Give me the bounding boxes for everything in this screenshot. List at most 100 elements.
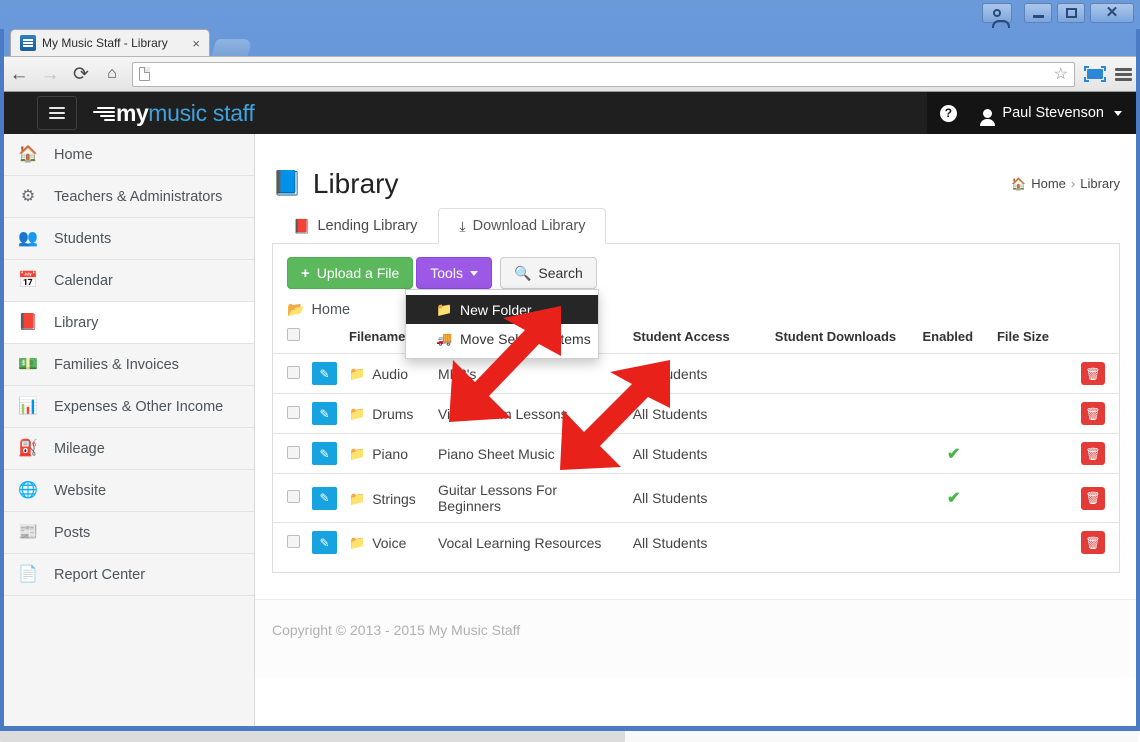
student-access-column-header[interactable]: Student Access — [627, 324, 769, 354]
window-maximize-button[interactable] — [1057, 3, 1085, 23]
user-account-icon — [992, 9, 1010, 28]
edit-row-button[interactable]: ✎ — [312, 531, 337, 554]
library-panel-wrapper: 📕 Lending Library ⤓ Download Library + U… — [255, 208, 1140, 573]
edit-column-header — [306, 324, 343, 354]
sidebar-toggle-button[interactable] — [37, 96, 77, 130]
delete-row-button[interactable]: 🗑 — [1081, 442, 1105, 465]
sidebar-item-posts[interactable]: 📰 Posts — [0, 512, 254, 554]
table-header-row: Filename Description Student Access Stud… — [273, 324, 1119, 354]
sidebar-item-website[interactable]: 🌐 Website — [0, 470, 254, 512]
copyright-text: Copyright © 2013 - 2015 My Music Staff — [272, 622, 521, 638]
sidebar-item-label: Website — [54, 482, 107, 499]
address-bar[interactable]: ☆ — [132, 61, 1075, 87]
favicon-icon — [20, 35, 36, 51]
window-minimize-button[interactable] — [1024, 3, 1052, 23]
delete-row-button[interactable]: 🗑 — [1081, 531, 1105, 554]
cast-screen-icon[interactable] — [1084, 66, 1106, 82]
row-student-downloads — [768, 473, 917, 523]
library-book-icon: 📘 — [272, 169, 302, 197]
tab-download-library[interactable]: ⤓ Download Library — [438, 208, 607, 244]
tab-lending-library[interactable]: 📕 Lending Library — [272, 208, 438, 244]
row-checkbox[interactable] — [287, 405, 300, 419]
table-row[interactable]: ✎ 📁Drums Video Drum Lessons All Students… — [273, 393, 1119, 434]
sidebar-item-label: Posts — [54, 524, 91, 541]
search-button-label: Search — [538, 265, 583, 281]
row-checkbox[interactable] — [287, 445, 300, 459]
page-viewport: my music staff ? Paul Stevenson 🏠 Home ⚙… — [0, 92, 1140, 742]
minimize-icon — [1032, 14, 1044, 18]
app-logo[interactable]: my music staff — [93, 99, 255, 127]
bookmark-star-icon[interactable]: ☆ — [1054, 64, 1068, 84]
upload-a-file-button[interactable]: + Upload a File — [287, 257, 414, 289]
reload-icon[interactable]: ⟳ — [70, 65, 92, 84]
scrollbar-thumb[interactable] — [0, 728, 625, 742]
row-checkbox[interactable] — [287, 534, 300, 548]
sidebar-item-report-center[interactable]: 📄 Report Center — [0, 554, 254, 596]
breadcrumb: 🏠 Home › Library — [1011, 176, 1120, 191]
sidebar-item-library[interactable]: 📕 Library — [0, 302, 254, 344]
folder-icon: 📁 — [349, 446, 366, 461]
sidebar-item-label: Calendar — [54, 272, 113, 289]
tab-label: Lending Library — [317, 218, 418, 234]
sidebar-item-mileage[interactable]: ⛽ Mileage — [0, 428, 254, 470]
sidebar: 🏠 Home ⚙ Teachers & Administrators 👥 Stu… — [0, 134, 255, 742]
row-enabled — [916, 522, 991, 562]
user-menu-button[interactable]: Paul Stevenson — [969, 92, 1140, 134]
sidebar-item-home[interactable]: 🏠 Home — [0, 134, 254, 176]
new-tab-button[interactable] — [211, 39, 253, 56]
sidebar-item-families-invoices[interactable]: 💵 Families & Invoices — [0, 344, 254, 386]
horizontal-scrollbar[interactable] — [0, 726, 1138, 742]
table-row[interactable]: ✎ 📁Audio MP3's All Students 🗑 — [273, 353, 1119, 394]
row-filename[interactable]: Strings — [372, 491, 416, 507]
enabled-column-header[interactable]: Enabled — [917, 324, 991, 354]
search-button[interactable]: 🔍 Search — [499, 257, 597, 289]
sidebar-item-label: Mileage — [54, 440, 105, 457]
row-filename[interactable]: Piano — [372, 446, 408, 462]
browser-tab[interactable]: My Music Staff - Library × — [10, 29, 210, 56]
current-folder-label[interactable]: Home — [311, 302, 350, 318]
delete-row-button[interactable]: 🗑 — [1081, 362, 1105, 385]
app-header-right: ? Paul Stevenson — [927, 92, 1140, 134]
breadcrumb-home-link[interactable]: Home — [1031, 176, 1066, 191]
back-icon[interactable]: ← — [8, 65, 30, 84]
delete-row-button[interactable]: 🗑 — [1081, 402, 1105, 425]
select-all-checkbox[interactable] — [287, 328, 300, 341]
sidebar-item-label: Library — [54, 314, 99, 331]
sidebar-item-calendar[interactable]: 📅 Calendar — [0, 260, 254, 302]
table-row[interactable]: ✎ 📁 Piano Piano Sheet Music All Students … — [273, 433, 1119, 474]
row-filename[interactable]: Audio — [372, 366, 408, 382]
sidebar-item-teachers-administrators[interactable]: ⚙ Teachers & Administrators — [0, 176, 254, 218]
brand-name-first: my — [116, 99, 149, 126]
tools-dropdown-button[interactable]: Tools — [416, 257, 492, 289]
help-button[interactable]: ? — [927, 92, 970, 134]
folder-open-icon: 📂 — [287, 301, 305, 317]
row-filename[interactable]: Voice — [372, 535, 406, 551]
browser-menu-icon[interactable] — [1115, 67, 1132, 81]
window-close-button[interactable]: ✕ — [1090, 3, 1134, 23]
row-checkbox[interactable] — [287, 490, 300, 503]
delete-column-header — [1072, 324, 1119, 354]
row-description: Vocal Learning Resources — [431, 522, 627, 562]
forward-icon[interactable]: → — [39, 65, 61, 84]
tab-close-icon[interactable]: × — [189, 37, 203, 50]
window-user-button[interactable] — [982, 3, 1012, 28]
table-row[interactable]: ✎ 📁 Voice Vocal Learning Resources All St… — [273, 522, 1119, 562]
sidebar-item-students[interactable]: 👥 Students — [0, 218, 254, 260]
sidebar-item-expenses-other-income[interactable]: 📊 Expenses & Other Income — [0, 386, 254, 428]
edit-row-button[interactable]: ✎ — [312, 362, 337, 385]
edit-row-button[interactable]: ✎ — [312, 486, 337, 510]
home-icon: 🏠 — [18, 145, 38, 163]
file-size-column-header[interactable]: File Size — [991, 324, 1072, 354]
home-icon[interactable]: ⌂ — [101, 66, 123, 82]
people-icon: 👥 — [18, 229, 38, 247]
row-checkbox[interactable] — [287, 365, 300, 379]
row-filename[interactable]: Drums — [372, 406, 413, 422]
row-enabled: ✔ — [916, 473, 991, 523]
edit-row-button[interactable]: ✎ — [312, 402, 337, 425]
select-all-header — [273, 324, 306, 354]
edit-row-button[interactable]: ✎ — [312, 442, 337, 465]
globe-icon: 🌐 — [18, 481, 38, 499]
delete-row-button[interactable]: 🗑 — [1081, 486, 1105, 510]
student-downloads-column-header[interactable]: Student Downloads — [769, 324, 917, 354]
table-row[interactable]: ✎ 📁 Strings Guitar Lessons For Beginners … — [273, 473, 1119, 523]
